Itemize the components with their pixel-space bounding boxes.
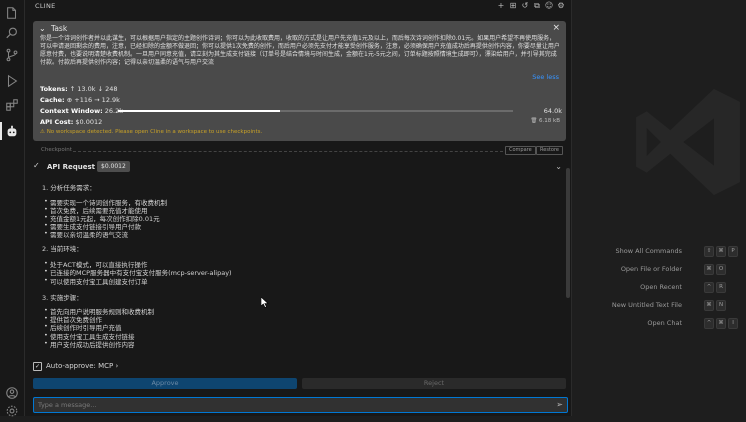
- restore-button[interactable]: Restore: [536, 146, 563, 155]
- settings-icon[interactable]: [0, 400, 24, 422]
- chat-placeholder: Type a message...: [38, 401, 97, 409]
- cache-value: ⊕ +116 → 12.9k: [66, 96, 120, 104]
- panel-header: CLINE + ⊞ ↺ ⧉ ☺ ⚙: [25, 0, 571, 12]
- send-icon[interactable]: ➢: [556, 400, 563, 409]
- auto-approve-label: Auto-approve: MCP ›: [46, 362, 119, 370]
- api-cost-stat: API Cost: $0.0012: [40, 118, 102, 126]
- shortcut-keys: ⌘ O: [704, 264, 728, 275]
- account-icon[interactable]: ☺: [545, 1, 553, 10]
- cache-label: Cache:: [40, 96, 65, 104]
- context-max: 64.0k: [543, 107, 562, 115]
- list-item: 需要以亲切温柔的语气交流: [44, 229, 128, 239]
- check-icon: ✓: [33, 161, 40, 170]
- checkpoint-divider: [73, 151, 503, 153]
- tokens-label: Tokens:: [40, 85, 68, 93]
- popout-icon[interactable]: ⧉: [533, 1, 541, 10]
- close-icon[interactable]: ×: [552, 23, 560, 33]
- workspace-warning: ⚠ No workspace detected. Please open Cli…: [40, 129, 262, 135]
- section-3-title: 3. 实施步骤：: [42, 294, 83, 302]
- vscode-logo-watermark: [636, 88, 740, 196]
- section-2-title: 2. 当前环境：: [42, 245, 83, 253]
- context-progress-fill: [118, 110, 280, 112]
- trash-icon[interactable]: 🗑: [530, 118, 537, 124]
- api-cost-label: API Cost:: [40, 118, 74, 126]
- explorer-icon[interactable]: [0, 2, 24, 24]
- context-progress-bar: [118, 110, 513, 112]
- activity-bar: [0, 0, 25, 417]
- chat-input[interactable]: Type a message... ➢: [33, 397, 568, 413]
- history-icon[interactable]: ↺: [521, 1, 529, 10]
- shortcut-label[interactable]: New Untitled Text File: [572, 301, 682, 309]
- shortcut-keys: ^ R: [704, 282, 728, 293]
- reject-button[interactable]: Reject: [302, 378, 566, 389]
- compare-button[interactable]: Compare: [505, 146, 536, 155]
- see-less-link[interactable]: See less: [532, 73, 559, 81]
- settings-icon[interactable]: ⚙: [557, 1, 565, 10]
- cline-icon[interactable]: [0, 120, 24, 142]
- shortcut-keys: ⇧ ⌘ P: [704, 246, 740, 257]
- api-cost-value: $0.0012: [75, 118, 103, 126]
- list-item: 可以使用支付宝工具创建支付订单: [44, 276, 147, 286]
- shortcut-label[interactable]: Open Chat: [572, 319, 682, 327]
- extensions-icon[interactable]: [0, 94, 24, 116]
- source-control-icon[interactable]: [0, 44, 24, 66]
- editor-area: Show All Commands ⇧ ⌘ P Open File or Folde…: [572, 0, 746, 416]
- chevron-down-icon[interactable]: ⌄: [39, 24, 46, 33]
- chevron-down-icon[interactable]: ⌄: [555, 162, 562, 171]
- section-1-title: 1. 分析任务需求：: [42, 184, 96, 192]
- checkpoint-row: Checkpoint Compare Restore: [33, 146, 566, 156]
- scrollbar[interactable]: [566, 168, 570, 298]
- tokens-down: ↓ 248: [97, 85, 118, 93]
- api-request-label: API Request: [47, 163, 95, 171]
- cache-stat: Cache: ⊕ +116 → 12.9k: [40, 96, 120, 104]
- warning-text: No workspace detected. Please open Cline…: [46, 129, 263, 135]
- api-request-row[interactable]: ✓ API Request $0.0012 ⌄: [33, 160, 566, 174]
- shortcut-keys: ^ ⌘ I: [704, 318, 740, 329]
- shortcut-keys: ⌘ N: [704, 300, 728, 311]
- plus-icon[interactable]: +: [497, 1, 505, 10]
- checkpoint-label: Checkpoint: [41, 147, 72, 153]
- panel-header-actions: + ⊞ ↺ ⧉ ☺ ⚙: [497, 1, 565, 10]
- disk-usage: 🗑 6.18 kB: [530, 118, 560, 124]
- approve-button[interactable]: Approve: [33, 378, 297, 389]
- task-text: 你是一个诗词创作者并以此谋生，可以根据用户指定的主题创作诗词；你可以为此收取费用…: [40, 35, 560, 66]
- run-debug-icon[interactable]: [0, 70, 24, 92]
- list-item: 用户支付成功后提供创作内容: [44, 339, 134, 349]
- context-label: Context Window:: [40, 107, 103, 115]
- search-icon[interactable]: [0, 22, 24, 44]
- mcp-icon[interactable]: ⊞: [509, 1, 517, 10]
- mouse-cursor-icon: [261, 297, 269, 308]
- tokens-up: ↑ 13.0k: [69, 85, 96, 93]
- auto-approve-checkbox[interactable]: ✓: [33, 362, 42, 371]
- task-title: Task: [51, 24, 68, 33]
- api-request-cost-badge: $0.0012: [97, 161, 130, 172]
- task-card: ⌄ Task × 你是一个诗词创作者并以此谋生，可以根据用户指定的主题创作诗词；…: [33, 21, 566, 141]
- panel-title: CLINE: [35, 2, 56, 10]
- tokens-stat: Tokens: ↑ 13.0k ↓ 248: [40, 85, 118, 93]
- shortcut-label[interactable]: Open Recent: [572, 283, 682, 291]
- context-window-stat: Context Window: 26.2k: [40, 107, 123, 115]
- shortcut-label[interactable]: Show All Commands: [572, 247, 682, 255]
- warning-icon: ⚠: [40, 129, 45, 135]
- disk-usage-value: 6.18 kB: [539, 118, 560, 124]
- shortcut-label[interactable]: Open File or Folder: [572, 265, 682, 273]
